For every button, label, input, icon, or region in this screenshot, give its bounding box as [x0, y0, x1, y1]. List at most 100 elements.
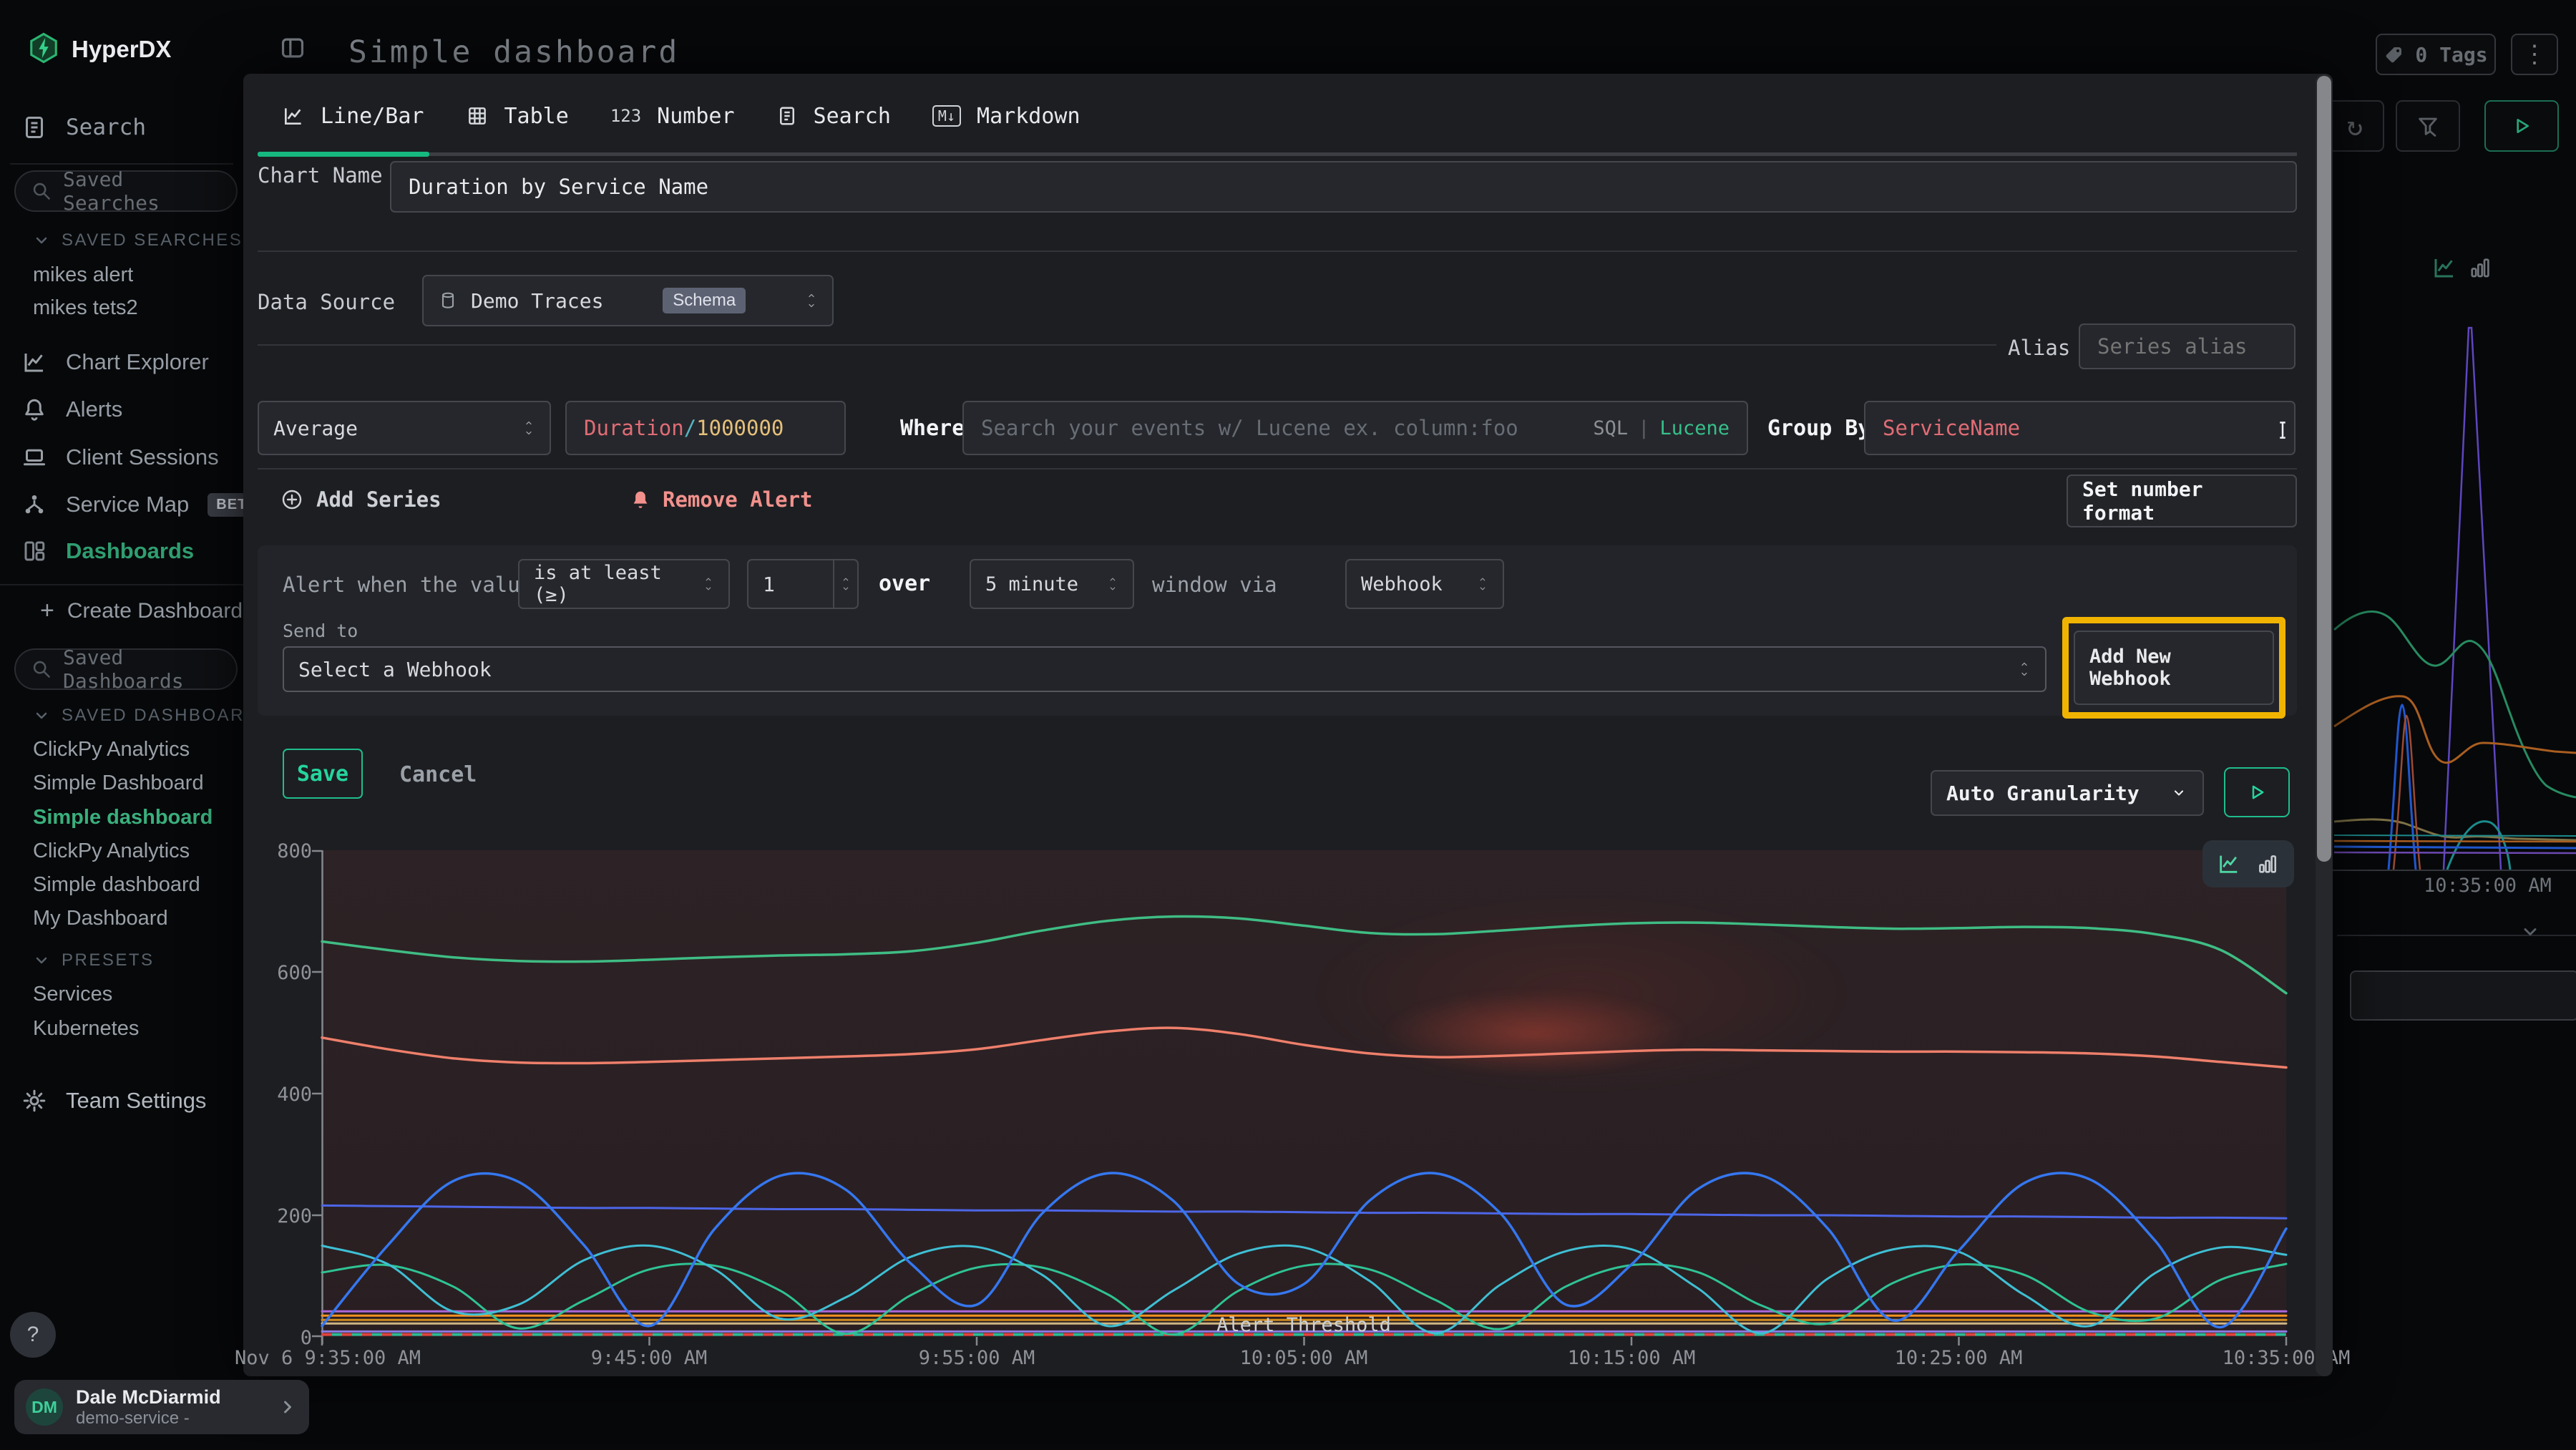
- alert-threshold-input[interactable]: 1: [747, 559, 859, 609]
- granularity-select[interactable]: Auto Granularity: [1931, 770, 2204, 816]
- saved-dashboards-input[interactable]: Saved Dashboards: [14, 648, 238, 690]
- sidebar-item-search[interactable]: Search: [21, 115, 146, 140]
- lucene-toggle[interactable]: Lucene: [1659, 417, 1729, 439]
- where-input[interactable]: Search your events w/ Lucene ex. column:…: [962, 401, 1748, 455]
- preset-item[interactable]: Services: [33, 983, 112, 1006]
- expression-field: Duration: [584, 416, 684, 440]
- window-via-label: window via: [1152, 573, 1277, 597]
- add-series-button[interactable]: Add Series: [280, 487, 441, 512]
- sidebar-collapse-button[interactable]: [279, 34, 306, 62]
- tab-number[interactable]: 123 Number: [610, 104, 735, 129]
- alert-window-select[interactable]: 5 minute: [970, 559, 1134, 609]
- sidebar-item-dashboards[interactable]: Dashboards: [21, 538, 194, 564]
- y-axis-label: 600: [249, 962, 312, 984]
- saved-dashboard-item[interactable]: Simple dashboard: [33, 873, 200, 897]
- user-card[interactable]: DM Dale McDiarmid demo-service -: [14, 1380, 309, 1434]
- y-axis-label: 800: [249, 840, 312, 862]
- x-axis-label: 10:05:00 AM: [1240, 1347, 1368, 1369]
- alias-label: Alias: [2008, 336, 2070, 360]
- table-icon: [466, 104, 489, 127]
- help-button[interactable]: ?: [10, 1312, 56, 1358]
- preset-item[interactable]: Kubernetes: [33, 1017, 139, 1041]
- alert-prefix-label: Alert when the value: [283, 573, 532, 597]
- group-by-label: Group By: [1767, 416, 1871, 441]
- chevron-updown-icon: [1107, 575, 1118, 593]
- chart-line-icon: [21, 349, 47, 375]
- laptop-icon: [21, 444, 47, 470]
- group-by-input[interactable]: ServiceName: [1864, 401, 2296, 455]
- search-icon: [31, 181, 52, 201]
- scrollbar-track[interactable]: [2316, 74, 2333, 1376]
- remove-alert-button[interactable]: Remove Alert: [630, 487, 813, 512]
- tab-underline-track: [258, 152, 2297, 156]
- active-tab-underline: [258, 152, 429, 157]
- play-icon: [2246, 782, 2268, 803]
- brand-name: HyperDX: [72, 36, 171, 63]
- tab-table[interactable]: Table: [466, 104, 569, 129]
- sql-toggle[interactable]: SQL: [1593, 417, 1628, 439]
- saved-search-item[interactable]: mikes tets2: [33, 296, 138, 320]
- save-button[interactable]: Save: [283, 749, 363, 799]
- saved-dashboards-header[interactable]: SAVED DASHBOARDS: [33, 706, 272, 726]
- scrollbar-thumb[interactable]: [2317, 76, 2331, 862]
- saved-searches-header[interactable]: SAVED SEARCHES: [33, 230, 243, 250]
- create-dashboard-button[interactable]: + Create Dashboard: [40, 597, 243, 625]
- search-doc-icon: [776, 105, 798, 127]
- chart-type-toggle[interactable]: [2202, 840, 2294, 887]
- sidebar-item-chart-explorer[interactable]: Chart Explorer: [21, 349, 209, 375]
- data-source-select[interactable]: Demo Traces Schema: [422, 275, 834, 326]
- y-axis-label: 400: [249, 1084, 312, 1106]
- tab-line-bar[interactable]: Line/Bar: [282, 104, 424, 129]
- expression-input[interactable]: Duration / 1000000: [565, 401, 846, 455]
- saved-searches-input[interactable]: Saved Searches: [14, 170, 238, 212]
- run-chart-button[interactable]: [2224, 767, 2290, 817]
- bell-filled-icon: [630, 489, 651, 510]
- saved-dashboard-item[interactable]: My Dashboard: [33, 907, 168, 930]
- sidebar-item-team-settings[interactable]: Team Settings: [21, 1088, 206, 1114]
- stepper-buttons[interactable]: [833, 560, 857, 608]
- divider: [258, 468, 2297, 469]
- divider: [258, 250, 2297, 252]
- presets-header[interactable]: PRESETS: [33, 950, 155, 970]
- set-number-format-button[interactable]: Set number format: [2067, 475, 2297, 527]
- alert-channel-select[interactable]: Webhook: [1345, 559, 1504, 609]
- aggregation-select[interactable]: Average: [258, 401, 551, 455]
- search-icon: [31, 659, 52, 679]
- saved-search-item[interactable]: mikes alert: [33, 263, 133, 287]
- chevron-down-icon: [2170, 786, 2188, 800]
- y-axis-label: 200: [249, 1205, 312, 1227]
- saved-dashboard-item[interactable]: Simple Dashboard: [33, 772, 204, 795]
- over-label: over: [879, 571, 930, 596]
- saved-dashboard-item[interactable]: ClickPy Analytics: [33, 738, 190, 762]
- sidebar-item-label: Search: [66, 115, 146, 140]
- gear-icon: [21, 1088, 47, 1114]
- data-source-value: Demo Traces: [471, 289, 603, 313]
- saved-dashboard-item-active[interactable]: Simple dashboard: [33, 806, 213, 829]
- x-axis-label: 9:55:00 AM: [919, 1347, 1035, 1369]
- chart-canvas: [322, 850, 2286, 1337]
- background-input-fragment: [2350, 970, 2576, 1021]
- webhook-select[interactable]: Select a Webhook: [283, 646, 2046, 692]
- alert-threshold-label: Alert Threshold: [1216, 1314, 1391, 1336]
- sidebar-item-alerts[interactable]: Alerts: [21, 396, 122, 422]
- add-new-webhook-button[interactable]: Add New Webhook: [2074, 631, 2274, 705]
- divider: [258, 344, 1996, 346]
- dashboards-grid-icon: [21, 538, 47, 564]
- background-axis-label: 10:35:00 AM: [2424, 875, 2552, 897]
- circle-plus-icon: [280, 488, 303, 511]
- cancel-button[interactable]: Cancel: [399, 762, 477, 787]
- service-map-icon: [21, 492, 47, 517]
- alias-input[interactable]: [2079, 323, 2296, 369]
- bell-icon: [21, 396, 47, 422]
- saved-dashboard-item[interactable]: ClickPy Analytics: [33, 840, 190, 863]
- search-doc-icon: [21, 115, 47, 140]
- database-icon: [438, 291, 458, 311]
- tab-markdown[interactable]: M↓ Markdown: [932, 104, 1080, 129]
- alert-condition-select[interactable]: is at least (≥): [518, 559, 730, 609]
- tab-search[interactable]: Search: [776, 104, 891, 129]
- chevron-updown-icon: [703, 575, 714, 593]
- chevron-down-icon: [2520, 922, 2540, 942]
- sidebar-item-client-sessions[interactable]: Client Sessions: [21, 444, 219, 470]
- sidebar-item-service-map[interactable]: Service Map BETA: [21, 492, 265, 517]
- chart-name-input[interactable]: [390, 161, 2297, 213]
